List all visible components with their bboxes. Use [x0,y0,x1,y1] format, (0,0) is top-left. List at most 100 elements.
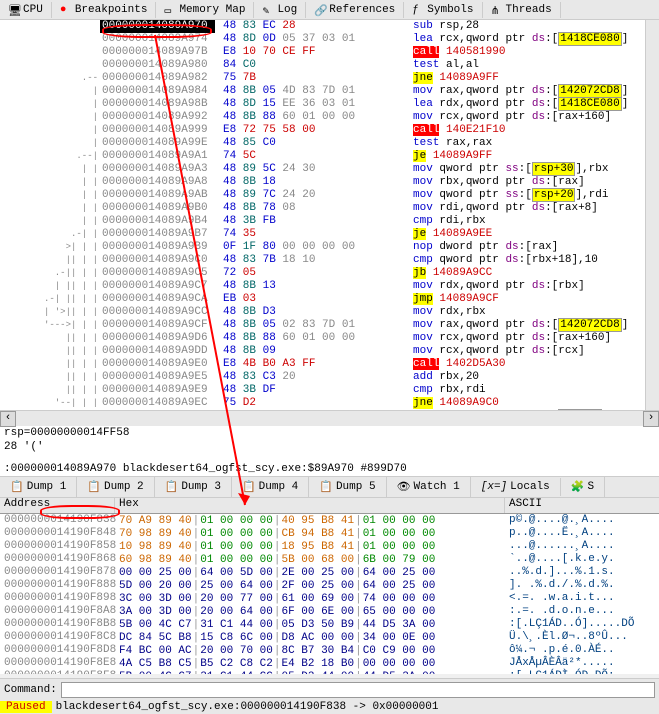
tab-dump4[interactable]: 📋Dump 4 [232,477,309,497]
dump-col-ascii[interactable]: ASCII [505,498,659,513]
disasm-row[interactable]: | |000000014089A9AB48 89 7C 24 20mov qwo… [0,189,659,202]
disasm-row[interactable]: .-| || | |000000014089A9CAEB 03jmp 14089… [0,293,659,306]
dump-row[interactable]: 0000000014190F84870 98 89 40|01 00 00 00… [0,527,659,540]
dump-ascii: ...@......¸A.... [505,540,659,553]
vertical-scrollbar[interactable] [645,20,659,410]
tab-threads[interactable]: ⋔Threads [483,2,561,18]
bytes: 74 35 [215,228,405,241]
jump-arrows [0,46,100,59]
dump-row[interactable]: 0000000014190F8E84A C5 B8 C5|B5 C2 C8 C2… [0,657,659,670]
tab-dump2[interactable]: 📋Dump 2 [77,477,154,497]
dump-row[interactable]: 0000000014190F86860 98 89 40|01 00 00 00… [0,553,659,566]
disasm-row[interactable]: |000000014089A999E8 72 75 58 00call 140E… [0,124,659,137]
dump-col-hex[interactable]: Hex [115,498,505,513]
tab-dump3[interactable]: 📋Dump 3 [155,477,232,497]
bytes: 48 3B FB [215,215,405,228]
dump-row[interactable]: 0000000014190F8A83A 00 3D 00|20 00 64 00… [0,605,659,618]
bytes: 48 89 7C 24 20 [215,189,405,202]
jump-arrows: | || | | [0,280,100,293]
disasm-row[interactable]: |000000014089A98B48 8D 15 EE 36 03 01lea… [0,98,659,111]
dump-row[interactable]: 0000000014190F8885D 00 20 00|25 00 64 00… [0,579,659,592]
disasm-row[interactable]: || | |000000014089A9D648 8B 88 60 01 00 … [0,332,659,345]
tab-log[interactable]: ✎Log [254,2,306,18]
mnemonic: add rbx,20 [405,371,659,384]
tab-dump5[interactable]: 📋Dump 5 [309,477,386,497]
top-tab-bar: 🖥CPU ●Breakpoints ▭Memory Map ✎Log 🔗Refe… [0,0,659,20]
address: 000000014089A9B7 [100,228,215,241]
dump-view[interactable]: 0000000014190F83870 A9 89 40|01 00 00 00… [0,514,659,674]
dump-row[interactable]: 0000000014190F8983C 00 3D 00|20 00 77 00… [0,592,659,605]
dump-row[interactable]: 0000000014190F8B85B 00 4C C7|31 C1 44 00… [0,618,659,631]
horizontal-scrollbar[interactable]: ‹ › [0,410,659,426]
dump-ascii: :[.LÇ1ÁD..Ó].....DÕ [505,618,659,631]
disasm-row[interactable]: >| | |000000014089A9B90F 1F 80 00 00 00 … [0,241,659,254]
jump-arrows: | [0,111,100,124]
dump-row[interactable]: 0000000014190F8D8F4 BC 00 AC|20 00 70 00… [0,644,659,657]
tab-struct[interactable]: 🧩S [561,477,605,497]
dump-tab-label: Dump 3 [181,481,221,493]
disasm-row[interactable]: |000000014089A99E48 85 C0test rax,rax [0,137,659,150]
status-paused: Paused [0,701,52,713]
dump-ascii: ]. .%.d./.%.d.%. [505,579,659,592]
mnemonic: cmp qword ptr ds:[rbx+18],10 [405,254,659,267]
dump-row[interactable]: 0000000014190F85810 98 89 40|01 00 00 00… [0,540,659,553]
dump-row[interactable]: 0000000014190F8F85B 00 4C C7|31 C1 44 CC… [0,670,659,674]
tab-dump1[interactable]: 📋Dump 1 [0,477,77,497]
disasm-row[interactable]: .-|| | |000000014089A9C572 05jb 14089A9C… [0,267,659,280]
mnemonic: jne 14089A9C0 [405,397,659,410]
disasm-row[interactable]: || | |000000014089A9C048 83 7B 18 10cmp … [0,254,659,267]
jump-arrows: || | | [0,384,100,397]
tab-breakpoints[interactable]: ●Breakpoints [52,2,157,18]
tab-locals[interactable]: [x=]Locals [471,478,561,496]
jump-arrows: | | [0,202,100,215]
jump-arrows: .-| | [0,228,100,241]
dump-row[interactable]: 0000000014190F83870 A9 89 40|01 00 00 00… [0,514,659,527]
address: 000000014089A9DD [100,345,215,358]
command-bar: Command: [0,678,659,700]
mnemonic: call 140E21F10 [405,124,659,137]
bytes: E8 72 75 58 00 [215,124,405,137]
disasm-row[interactable]: || | |000000014089A9E0E8 4B B0 A3 FFcall… [0,358,659,371]
address: 000000014089A9CF [100,319,215,332]
bytes: 84 C0 [215,59,405,72]
mnemonic: mov rdi,qword ptr ds:[rax+8] [405,202,659,215]
tab-watch1[interactable]: 👁Watch 1 [387,477,471,497]
disasm-row[interactable]: .-| |000000014089A9B774 35je 14089A9EE [0,228,659,241]
jump-arrows: || | | [0,254,100,267]
disasm-row[interactable]: | || | |000000014089A9C748 8B 13mov rdx,… [0,280,659,293]
dump-hex: 5B 00 4C C7|31 C1 44 CC|05 D3 44 00|44 D… [115,670,505,674]
dump-row[interactable]: 0000000014190F87800 00 25 00|64 00 5D 00… [0,566,659,579]
tab-cpu[interactable]: 🖥CPU [0,2,52,18]
dump-ascii: :.=. .d.o.n.e... [505,605,659,618]
mnemonic: cmp rdi,rbx [405,215,659,228]
disasm-row[interactable]: | |000000014089A9B448 3B FBcmp rdi,rbx [0,215,659,228]
dump-col-address[interactable]: Address [0,498,115,513]
jump-arrows: || | | [0,358,100,371]
dump-address: 0000000014190F888 [0,579,115,592]
jump-arrows: .-- [0,72,100,85]
disasm-row[interactable]: || | |000000014089A9E948 3B DFcmp rbx,rd… [0,384,659,397]
disasm-row[interactable]: 000000014089A98084 C0test al,al [0,59,659,72]
dump-tab-label: Dump 4 [259,481,299,493]
disasm-row[interactable]: || | |000000014089A9DD48 8B 09mov rcx,qw… [0,345,659,358]
jump-arrows: | | [0,215,100,228]
scroll-left-btn[interactable]: ‹ [0,411,16,427]
bytes: E8 4B B0 A3 FF [215,358,405,371]
tab-memmap[interactable]: ▭Memory Map [156,2,254,18]
disasm-row[interactable]: 000000014089A97448 8D 0D 05 37 03 01lea … [0,33,659,46]
disasm-row[interactable]: || | |000000014089A9E548 83 C3 20add rbx… [0,371,659,384]
bytes: 48 8B 88 60 01 00 00 [215,111,405,124]
disasm-row[interactable]: |000000014089A99248 8B 88 60 01 00 00mov… [0,111,659,124]
disasm-row[interactable]: '--->| | |000000014089A9CF48 8B 05 02 83… [0,319,659,332]
scroll-right-btn[interactable]: › [643,411,659,427]
disasm-row[interactable]: | |000000014089A9B048 8B 78 08mov rdi,qw… [0,202,659,215]
tab-symbols[interactable]: ƒSymbols [404,2,482,18]
bytes: 0F 1F 80 00 00 00 00 [215,241,405,254]
dump-row[interactable]: 0000000014190F8C8DC 84 5C B8|15 C8 6C 00… [0,631,659,644]
command-input[interactable] [61,682,655,698]
disasm-row[interactable]: | |000000014089A9A348 89 5C 24 30mov qwo… [0,163,659,176]
address: 000000014089A980 [100,59,215,72]
tab-refs[interactable]: 🔗References [306,2,404,18]
disassembly-view[interactable]: 000000014089A97048 83 EC 28sub rsp,28000… [0,20,659,410]
disasm-row[interactable]: 000000014089A97BE8 10 70 CE FFcall 14058… [0,46,659,59]
